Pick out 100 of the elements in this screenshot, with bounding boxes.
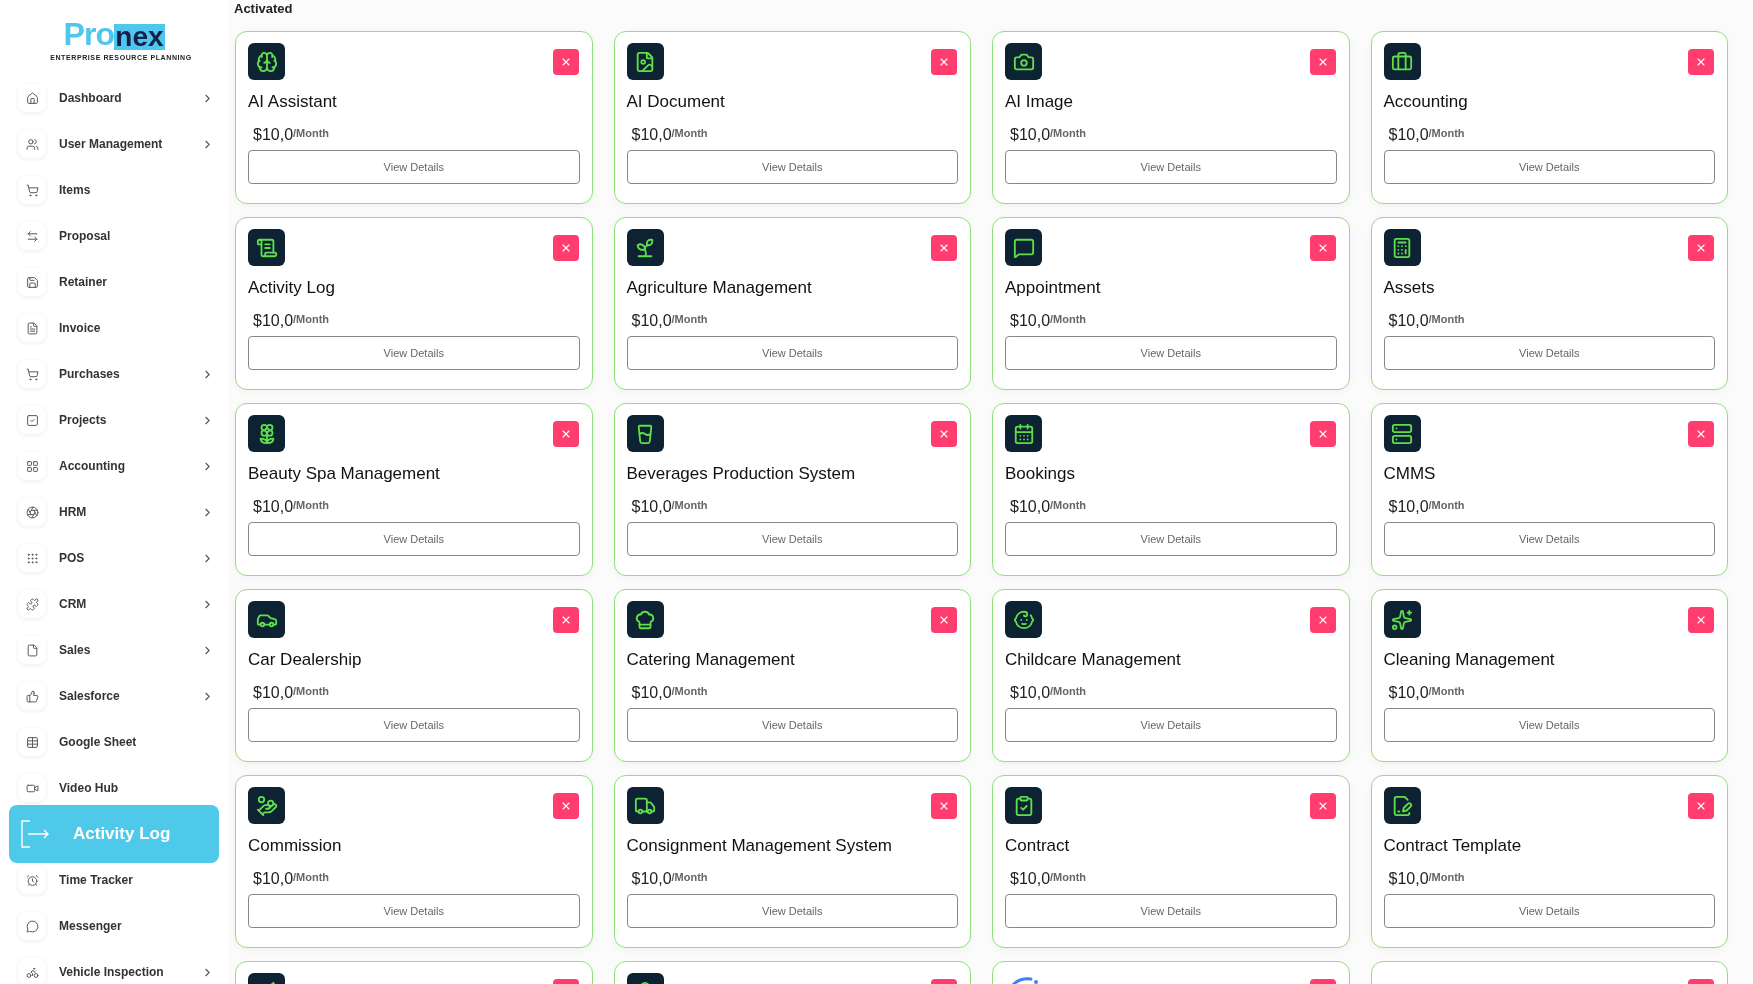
remove-button[interactable] xyxy=(552,421,579,447)
module-name: AI Assistant xyxy=(248,91,338,113)
menu-icon xyxy=(25,689,39,703)
remove-button[interactable] xyxy=(931,421,957,447)
sidebar-item[interactable]: Projects xyxy=(0,397,228,443)
price: $10,0 xyxy=(1010,869,1051,889)
view-details-button[interactable]: View Details xyxy=(626,522,958,556)
remove-button[interactable] xyxy=(1309,607,1336,633)
view-details-button[interactable]: View Details xyxy=(248,708,580,742)
price-period: /Month xyxy=(1050,870,1087,883)
remove-button[interactable] xyxy=(1688,49,1714,75)
sidebar-item[interactable]: Invoice xyxy=(0,305,228,351)
price: $10,0 xyxy=(631,869,672,889)
menu-icon xyxy=(25,643,39,657)
exit-arrow-icon xyxy=(20,820,50,848)
price: $10,0 xyxy=(1010,125,1051,145)
remove-button[interactable] xyxy=(552,235,579,261)
view-details-button[interactable]: View Details xyxy=(248,336,580,370)
sidebar-item[interactable]: User Management xyxy=(0,121,228,167)
module-name: Contract Template xyxy=(1383,835,1523,857)
price-period: /Month xyxy=(671,312,708,325)
remove-button[interactable] xyxy=(931,793,957,819)
price: $10,0 xyxy=(1010,683,1051,703)
price: $10,0 xyxy=(253,497,294,517)
remove-button[interactable] xyxy=(552,607,579,633)
module-name: Agriculture Management xyxy=(626,277,813,299)
module-name: Accounting xyxy=(1383,91,1469,113)
remove-button[interactable] xyxy=(552,49,579,75)
module-name: Activity Log xyxy=(248,277,336,299)
module-icon xyxy=(248,415,285,452)
remove-button[interactable] xyxy=(552,793,579,819)
view-details-button[interactable]: View Details xyxy=(1005,708,1337,742)
price: $10,0 xyxy=(1388,497,1429,517)
price-period: /Month xyxy=(1428,498,1465,511)
sidebar-item[interactable]: Messenger xyxy=(0,903,228,949)
module-icon xyxy=(248,43,285,80)
remove-button[interactable] xyxy=(1309,793,1336,819)
sidebar-item[interactable]: Vehicle Inspection xyxy=(0,949,228,984)
price-period: /Month xyxy=(671,126,708,139)
sidebar-item[interactable]: Purchases xyxy=(0,351,228,397)
price-period: /Month xyxy=(293,684,330,697)
price: $10,0 xyxy=(1388,869,1429,889)
remove-button[interactable] xyxy=(931,235,957,261)
module-name: CMMS xyxy=(1383,463,1437,485)
menu-icon xyxy=(25,551,39,565)
price-period: /Month xyxy=(671,498,708,511)
view-details-button[interactable]: View Details xyxy=(626,336,958,370)
sidebar-item[interactable]: HRM xyxy=(0,489,228,535)
remove-button[interactable] xyxy=(931,607,957,633)
view-details-button[interactable]: View Details xyxy=(1383,150,1715,184)
module-name: Commission xyxy=(248,835,343,857)
price-period: /Month xyxy=(293,312,330,325)
remove-button[interactable] xyxy=(1688,235,1714,261)
remove-button[interactable] xyxy=(1309,49,1336,75)
view-details-button[interactable]: View Details xyxy=(1005,150,1337,184)
sidebar-item[interactable]: POS xyxy=(0,535,228,581)
view-details-button[interactable]: View Details xyxy=(248,894,580,928)
remove-button[interactable] xyxy=(1309,421,1336,447)
remove-button[interactable] xyxy=(1688,421,1714,447)
menu-icon xyxy=(25,597,39,611)
view-details-button[interactable]: View Details xyxy=(1005,894,1337,928)
menu-icon xyxy=(25,275,39,289)
view-details-button[interactable]: View Details xyxy=(1383,522,1715,556)
module-icon xyxy=(1383,601,1421,638)
sidebar-item[interactable]: Items xyxy=(0,167,228,213)
view-details-button[interactable]: View Details xyxy=(1383,894,1715,928)
view-details-button[interactable]: View Details xyxy=(1383,708,1715,742)
price: $10,0 xyxy=(253,311,294,331)
module-name: Beauty Spa Management xyxy=(248,463,441,485)
view-details-button[interactable]: View Details xyxy=(1005,522,1337,556)
price: $10,0 xyxy=(253,683,294,703)
view-details-button[interactable]: View Details xyxy=(248,150,580,184)
menu-icon xyxy=(25,137,39,151)
sidebar-item[interactable]: CRM xyxy=(0,581,228,627)
module-icon xyxy=(626,415,664,452)
remove-button[interactable] xyxy=(1688,793,1714,819)
sidebar-item[interactable]: Retainer xyxy=(0,259,228,305)
price: $10,0 xyxy=(253,869,294,889)
module-icon xyxy=(1005,601,1042,638)
sidebar-item[interactable]: Google Sheet xyxy=(0,719,228,765)
sidebar-item[interactable]: Sales xyxy=(0,627,228,673)
view-details-button[interactable]: View Details xyxy=(1005,336,1337,370)
price: $10,0 xyxy=(631,311,672,331)
sidebar-item[interactable]: Accounting xyxy=(0,443,228,489)
sidebar-item[interactable]: Dashboard xyxy=(0,75,228,121)
price-period: /Month xyxy=(293,126,330,139)
remove-button[interactable] xyxy=(1309,235,1336,261)
view-details-button[interactable]: View Details xyxy=(1383,336,1715,370)
view-details-button[interactable]: View Details xyxy=(626,150,958,184)
view-details-button[interactable]: View Details xyxy=(626,708,958,742)
view-details-button[interactable]: View Details xyxy=(626,894,958,928)
menu-icon xyxy=(25,505,39,519)
sidebar-item[interactable]: Salesforce xyxy=(0,673,228,719)
remove-button[interactable] xyxy=(1688,607,1714,633)
price: $10,0 xyxy=(1388,125,1429,145)
view-details-button[interactable]: View Details xyxy=(248,522,580,556)
module-name: Bookings xyxy=(1005,463,1076,485)
remove-button[interactable] xyxy=(931,49,957,75)
sidebar-item[interactable]: Proposal xyxy=(0,213,228,259)
module-name: Assets xyxy=(1383,277,1436,299)
